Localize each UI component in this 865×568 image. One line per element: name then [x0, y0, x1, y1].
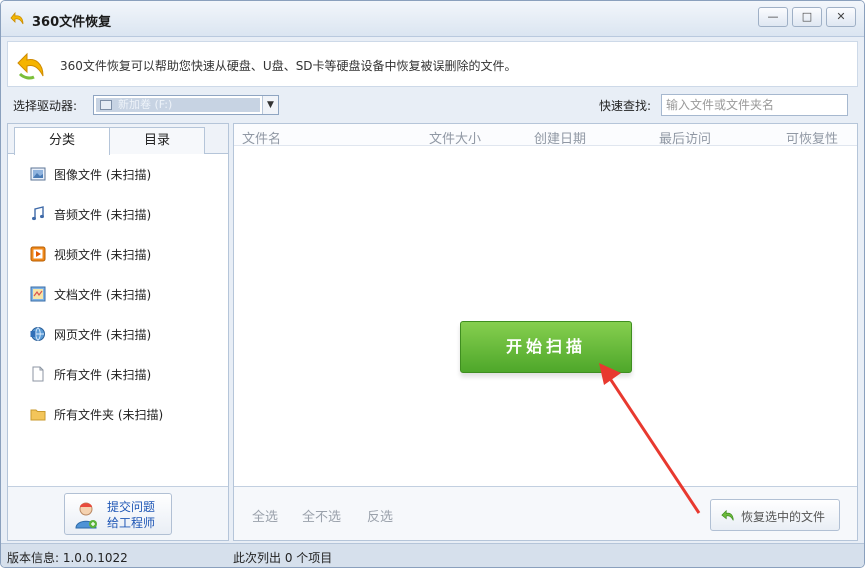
search-input[interactable] — [661, 94, 848, 116]
category-item-all-folders[interactable]: 所有文件夹 (未扫描) — [8, 394, 228, 434]
info-text: 360文件恢复可以帮助您快速从硬盘、U盘、SD卡等硬盘设备中恢复被误删除的文件。 — [60, 59, 517, 73]
drive-select[interactable]: 新加卷 (F:) ▼ — [93, 95, 279, 115]
category-label: 视频文件 (未扫描) — [54, 247, 152, 262]
drive-label: 选择驱动器: — [13, 99, 78, 113]
engineer-button-label: 提交问题 给工程师 — [107, 499, 155, 531]
drive-toolbar: 选择驱动器: 新加卷 (F:) ▼ 快速查找: — [7, 93, 858, 117]
category-list: 图像文件 (未扫描) 音频文件 (未扫描) 视频文件 (未扫描) 文档文件 (未… — [8, 154, 228, 434]
image-icon — [30, 167, 46, 181]
engineer-avatar-icon — [75, 502, 97, 529]
category-item-all-files[interactable]: 所有文件 (未扫描) — [8, 354, 228, 394]
column-recoverability[interactable]: 可恢复性 — [786, 128, 838, 147]
title-bar[interactable]: 360文件恢复 — □ ✕ — [1, 1, 864, 37]
close-button[interactable]: ✕ — [826, 7, 856, 27]
restore-arrow-icon — [721, 509, 734, 521]
info-banner: 360文件恢复可以帮助您快速从硬盘、U盘、SD卡等硬盘设备中恢复被误删除的文件。 — [7, 41, 858, 87]
file-list-footer: 全选 全不选 反选 恢复选中的文件 — [234, 486, 857, 540]
webpage-icon — [30, 327, 45, 341]
document-icon — [30, 286, 46, 302]
restore-selected-button[interactable]: 恢复选中的文件 — [710, 499, 840, 531]
select-none-link[interactable]: 全不选 — [302, 506, 341, 525]
category-label: 文档文件 (未扫描) — [54, 287, 152, 302]
restore-button-label: 恢复选中的文件 — [741, 510, 826, 524]
folder-icon — [30, 409, 46, 421]
search-label: 快速查找: — [599, 99, 652, 113]
version-info: 版本信息: 1.0.0.1022 — [7, 551, 128, 565]
column-filesize[interactable]: 文件大小 — [429, 128, 481, 147]
column-header: 文件名 文件大小 创建日期 最后访问 可恢复性 — [234, 124, 857, 147]
category-label: 网页文件 (未扫描) — [54, 327, 152, 342]
category-item-images[interactable]: 图像文件 (未扫描) — [8, 154, 228, 194]
category-label: 所有文件 (未扫描) — [54, 367, 152, 382]
window-controls: — □ ✕ — [754, 7, 856, 27]
column-created[interactable]: 创建日期 — [534, 128, 586, 147]
start-scan-button[interactable]: 开始扫描 — [460, 321, 632, 373]
tab-directory[interactable]: 目录 — [109, 127, 205, 154]
chevron-down-icon[interactable]: ▼ — [262, 96, 278, 114]
category-panel: 分类 目录 图像文件 (未扫描) 音频文件 (未扫描) 视频文件 (未扫描) 文… — [7, 123, 229, 541]
file-list: 开始扫描 — [234, 146, 857, 488]
category-label: 图像文件 (未扫描) — [54, 167, 152, 182]
restore-arrow-icon — [10, 11, 24, 25]
app-window: 360文件恢复 — □ ✕ 360文件恢复可以帮助您快速从硬盘、U盘、SD卡等硬… — [0, 0, 865, 568]
category-label: 所有文件夹 (未扫描) — [54, 407, 164, 422]
category-item-documents[interactable]: 文档文件 (未扫描) — [8, 274, 228, 314]
column-filename[interactable]: 文件名 — [242, 128, 281, 147]
engineer-line-1: 提交问题 — [107, 500, 156, 514]
restore-arrow-icon — [17, 52, 44, 80]
music-note-icon — [32, 206, 44, 221]
minimize-button[interactable]: — — [758, 7, 788, 27]
file-icon — [32, 366, 44, 382]
category-label: 音频文件 (未扫描) — [54, 207, 152, 222]
file-list-panel: 文件名 文件大小 创建日期 最后访问 可恢复性 开始扫描 全选 全不选 反选 恢… — [233, 123, 858, 541]
maximize-button[interactable]: □ — [792, 7, 822, 27]
category-item-audio[interactable]: 音频文件 (未扫描) — [8, 194, 228, 234]
panel-tabs: 分类 目录 — [8, 124, 228, 155]
disk-icon — [100, 100, 112, 110]
engineer-line-2: 给工程师 — [107, 516, 156, 530]
column-last-access[interactable]: 最后访问 — [659, 128, 711, 147]
listed-count: 此次列出 0 个项目 — [233, 551, 333, 565]
left-panel-footer: 提交问题 给工程师 — [8, 486, 228, 540]
tab-category[interactable]: 分类 — [14, 127, 110, 155]
select-all-link[interactable]: 全选 — [252, 506, 278, 525]
submit-to-engineer-button[interactable]: 提交问题 给工程师 — [64, 493, 172, 535]
window-title: 360文件恢复 — [32, 15, 112, 30]
status-bar: 版本信息: 1.0.0.1022 此次列出 0 个项目 — [1, 543, 864, 567]
invert-selection-link[interactable]: 反选 — [367, 506, 393, 525]
drive-selected-value: 新加卷 (F:) — [96, 98, 260, 112]
video-icon — [30, 246, 46, 262]
category-item-webpages[interactable]: 网页文件 (未扫描) — [8, 314, 228, 354]
category-item-video[interactable]: 视频文件 (未扫描) — [8, 234, 228, 274]
